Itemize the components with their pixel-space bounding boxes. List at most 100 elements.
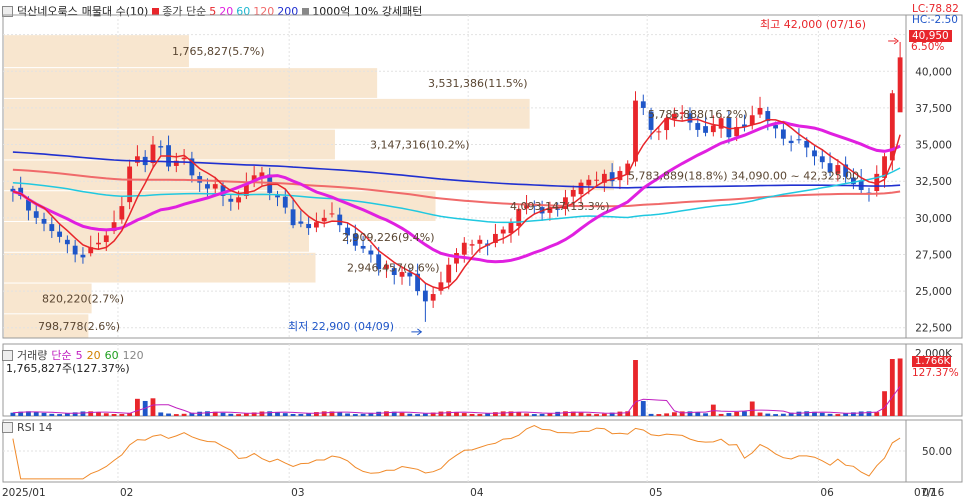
candle-body — [633, 100, 638, 162]
volume-bar — [843, 413, 849, 416]
y-tick-label: 27,500 — [915, 249, 952, 261]
volume-bar — [531, 414, 537, 416]
volume-bar — [64, 413, 70, 416]
volume-bar — [321, 411, 327, 416]
volume-profile-label: 3,147,316(10.2%) — [370, 139, 470, 152]
candle-body — [236, 197, 241, 203]
volume-profile-band — [4, 191, 436, 221]
candle-body — [64, 239, 70, 245]
candle-body — [150, 144, 156, 164]
candle-body — [314, 222, 319, 228]
volume-profile-label: 5,785,888(16.2%) — [648, 108, 748, 121]
candle-body — [181, 157, 187, 160]
volume-value: 1,765,827주(127.37%) — [6, 362, 130, 375]
volume-bar — [282, 413, 288, 416]
x-axis-label: 04 — [470, 487, 484, 498]
volume-bar — [897, 358, 903, 416]
volume-profile-label: 820,220(2.7%) — [42, 292, 124, 305]
rsi-title[interactable]: RSI 14 — [17, 421, 52, 434]
volume-bar — [586, 413, 592, 416]
volume-profile-band — [4, 35, 189, 68]
candle-body — [897, 57, 903, 113]
volume-bar — [314, 412, 319, 416]
volume-bar — [718, 413, 724, 416]
volume-bar — [882, 391, 887, 416]
volume-profile-label: 798,778(2.6%) — [38, 320, 120, 333]
x-axis-label: 02 — [120, 487, 133, 498]
candle-body — [640, 101, 646, 108]
volume-bar — [695, 412, 701, 416]
candle-body — [796, 139, 802, 141]
chart-canvas[interactable]: 40,000 37,500 35,000 32,500 30,000 27,500 25,0… — [0, 0, 966, 498]
volume-bar — [173, 414, 179, 416]
volume-bar — [360, 413, 366, 416]
volume-bar — [516, 412, 522, 416]
candle-body — [578, 182, 584, 195]
volume-bar — [438, 411, 444, 416]
volume-bar — [111, 414, 117, 416]
candle-body — [119, 206, 125, 220]
volume-bar — [555, 411, 561, 416]
collapse-icon[interactable] — [2, 349, 13, 361]
candle-body — [72, 245, 78, 255]
candle-body — [329, 213, 335, 215]
collapse-icon[interactable] — [2, 422, 13, 433]
volume-bar — [672, 412, 677, 416]
candle-body — [306, 223, 312, 229]
candle-body — [788, 140, 794, 144]
volume-bar — [407, 413, 413, 416]
candle-body — [710, 125, 716, 133]
volume-bar — [10, 412, 16, 416]
volume-bar — [80, 411, 86, 416]
candle-body — [656, 131, 662, 133]
candle-body — [430, 294, 436, 301]
candle-body — [446, 264, 452, 283]
volume-bar — [703, 413, 708, 416]
volume-bar — [399, 412, 405, 416]
volume-profile-label: 3,531,386(11.5%) — [428, 77, 528, 90]
volume-bar — [41, 412, 47, 416]
volume-bar — [539, 413, 545, 416]
volume-bar — [337, 412, 343, 416]
rsi-tick-label: 50.00 — [922, 446, 952, 458]
candle-body — [57, 231, 62, 237]
volume-bar — [601, 413, 607, 416]
volume-bar — [166, 413, 171, 416]
candle-body — [275, 195, 280, 198]
volume-bar — [220, 412, 226, 416]
volume-bar — [205, 411, 210, 416]
x-axis-label: 05 — [649, 487, 662, 498]
candle-body — [508, 222, 514, 234]
candle-body — [205, 184, 210, 189]
volume-bar — [835, 414, 841, 416]
candle-body — [500, 229, 506, 234]
volume-profile-band — [4, 68, 378, 98]
y-tick-label: 40,000 — [915, 66, 952, 78]
volume-bar — [765, 413, 771, 416]
volume-bar — [773, 414, 778, 416]
volume-bar — [594, 414, 599, 416]
volume-bar — [563, 411, 568, 416]
volume-profile-band — [4, 98, 530, 129]
candle-body — [290, 209, 296, 226]
y-tick-label: 22,500 — [915, 323, 952, 335]
candle-body — [321, 217, 327, 222]
volume-bar — [524, 413, 529, 416]
volume-bar — [243, 413, 249, 416]
volume-bar — [726, 413, 732, 416]
candle-body — [212, 184, 218, 189]
candle-body — [96, 242, 101, 245]
candle-body — [49, 224, 55, 232]
candle-body — [780, 129, 786, 139]
volume-bar — [749, 401, 755, 416]
y-tick-label: 37,500 — [915, 103, 952, 115]
volume-bar — [352, 414, 358, 416]
candle-body — [298, 221, 304, 224]
volume-bar — [290, 413, 296, 416]
rsi-line — [12, 424, 901, 480]
volume-bar — [135, 398, 140, 416]
volume-bar — [734, 411, 740, 416]
candle-body — [812, 150, 817, 157]
volume-profile-label: 1,765,827(5.7%) — [172, 45, 265, 58]
candle-body — [368, 250, 374, 255]
